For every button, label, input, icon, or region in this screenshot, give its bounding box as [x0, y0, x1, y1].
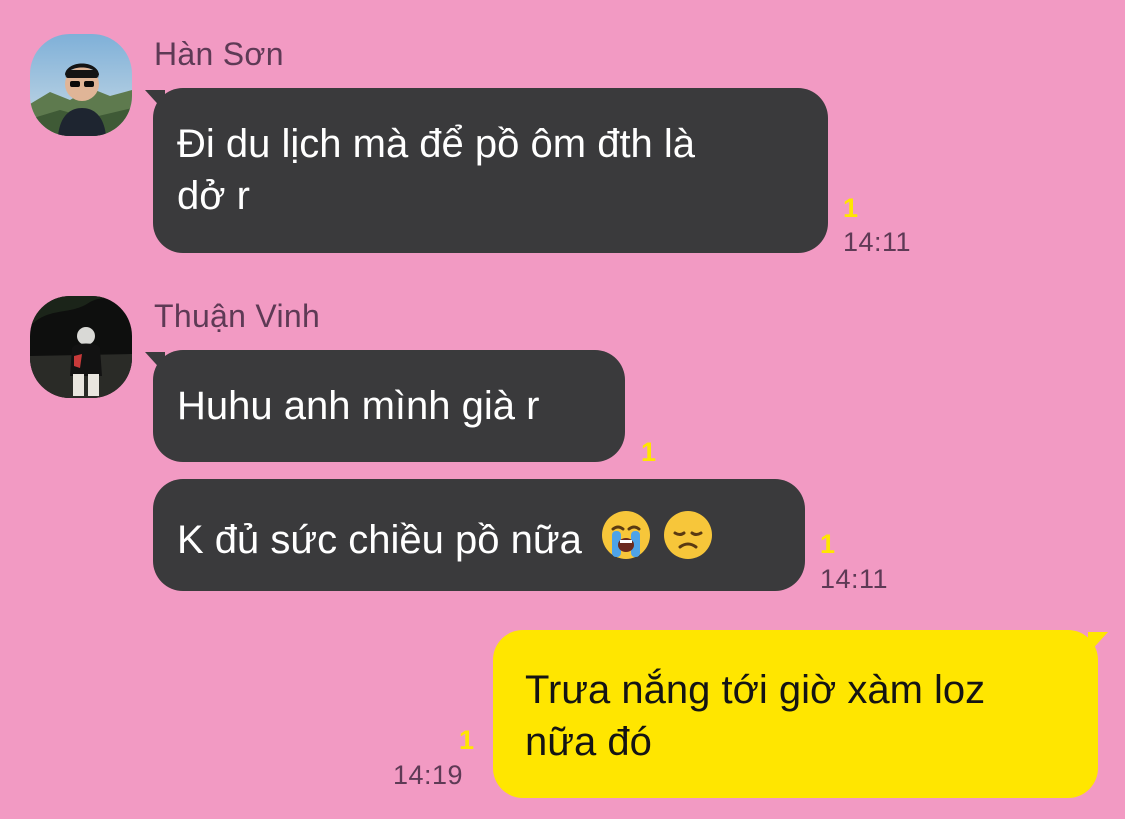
unread-count: 1	[843, 193, 859, 223]
message-text-line: Trưa nắng tới giờ xàm loz	[525, 668, 986, 712]
disappointed-face-icon	[662, 509, 714, 561]
crying-face-icon	[600, 509, 652, 561]
unread-count: 1	[820, 529, 836, 559]
sender-name-thuan-vinh: Thuận Vinh	[154, 298, 321, 334]
message-text-line: Đi du lịch mà để pồ ôm đth là	[177, 122, 696, 166]
message-text-line: dở r	[177, 174, 250, 218]
avatar-thuan-vinh[interactable]	[30, 296, 132, 398]
message-time: 14:19	[393, 760, 464, 790]
message-text: K đủ sức chiều pồ nữa	[177, 518, 582, 562]
message-bubble-incoming[interactable]: Huhu anh mình già r	[153, 350, 625, 462]
avatar-han-son[interactable]	[30, 34, 132, 136]
sender-name-han-son: Hàn Sơn	[154, 36, 284, 72]
message-text: Huhu anh mình già r	[177, 384, 540, 428]
message-text-line: nữa đó	[525, 720, 652, 764]
message-bubble-incoming[interactable]: K đủ sức chiều pồ nữa	[153, 479, 805, 591]
unread-count: 1	[459, 725, 475, 755]
message-bubble-incoming[interactable]: Đi du lịch mà để pồ ôm đth là dở r	[153, 88, 828, 253]
message-time: 14:11	[843, 227, 912, 257]
message-bubble-outgoing[interactable]: Trưa nắng tới giờ xàm loz nữa đó	[493, 630, 1098, 798]
message-time: 14:11	[820, 564, 889, 594]
unread-count: 1	[641, 437, 657, 467]
